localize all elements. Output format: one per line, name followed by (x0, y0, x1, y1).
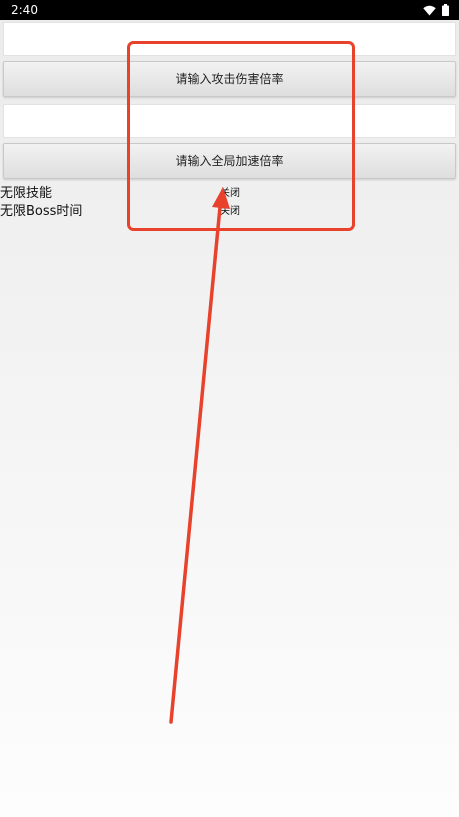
annotation-arrow-line (169, 205, 222, 724)
status-icons (423, 4, 449, 16)
speed-multiplier-button[interactable]: 请输入全局加速倍率 (3, 143, 456, 179)
unlimited-skill-label: 无限技能 (0, 186, 53, 201)
unlimited-boss-time-toggle[interactable]: 关闭 (220, 205, 240, 219)
wifi-icon (423, 5, 436, 16)
battery-icon (442, 4, 449, 16)
speed-multiplier-input[interactable] (3, 104, 456, 138)
unlimited-skill-toggle[interactable]: 关闭 (220, 187, 240, 201)
attack-multiplier-input[interactable] (3, 22, 456, 56)
status-bar: 2:40 (0, 0, 459, 20)
unlimited-boss-time-label: 无限Boss时间 (0, 204, 83, 219)
status-time: 2:40 (11, 3, 38, 17)
attack-multiplier-button[interactable]: 请输入攻击伤害倍率 (3, 61, 456, 97)
